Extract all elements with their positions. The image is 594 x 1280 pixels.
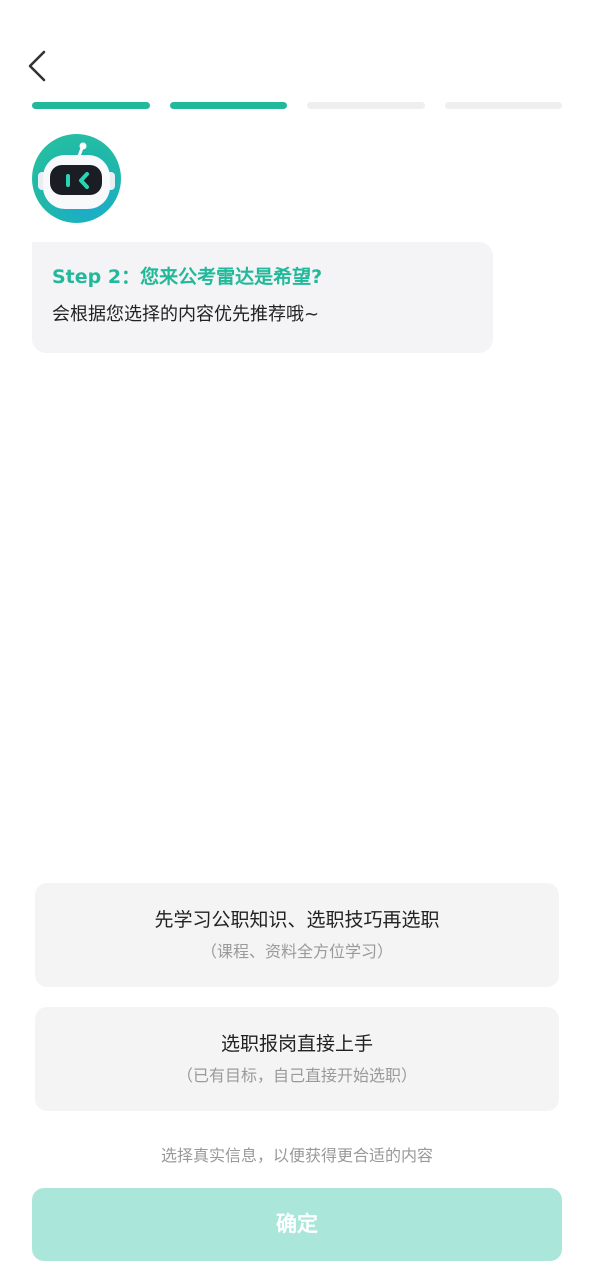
progress-segment-4	[444, 102, 562, 109]
option-label: 选职报岗直接上手	[220, 1033, 373, 1055]
step-progress	[32, 102, 562, 109]
option-select-directly[interactable]: 选职报岗直接上手 （已有目标，自己直接开始选职）	[35, 1007, 559, 1111]
option-label: 先学习公职知识、选职技巧再选职	[154, 909, 440, 931]
option-sublabel: （课程、资料全方位学习）	[200, 942, 393, 961]
back-button[interactable]	[22, 46, 54, 86]
message-text: 会根据您选择的内容优先推荐哦~	[52, 304, 320, 325]
option-sublabel: （已有目标，自己直接开始选职）	[176, 1066, 417, 1085]
robot-avatar-icon	[32, 134, 121, 223]
assistant-message-bubble: Step 2：您来公考雷达是希望? 会根据您选择的内容优先推荐哦~	[32, 242, 493, 353]
progress-segment-1	[32, 102, 150, 109]
chevron-left-icon	[28, 50, 46, 82]
confirm-button[interactable]: 确定	[32, 1188, 562, 1261]
progress-segment-3	[307, 102, 425, 109]
progress-segment-2	[169, 102, 287, 109]
hint-text: 选择真实信息，以便获得更合适的内容	[160, 1146, 433, 1165]
option-learn-first[interactable]: 先学习公职知识、选职技巧再选职 （课程、资料全方位学习）	[35, 883, 559, 987]
message-title: Step 2：您来公考雷达是希望?	[52, 266, 323, 288]
